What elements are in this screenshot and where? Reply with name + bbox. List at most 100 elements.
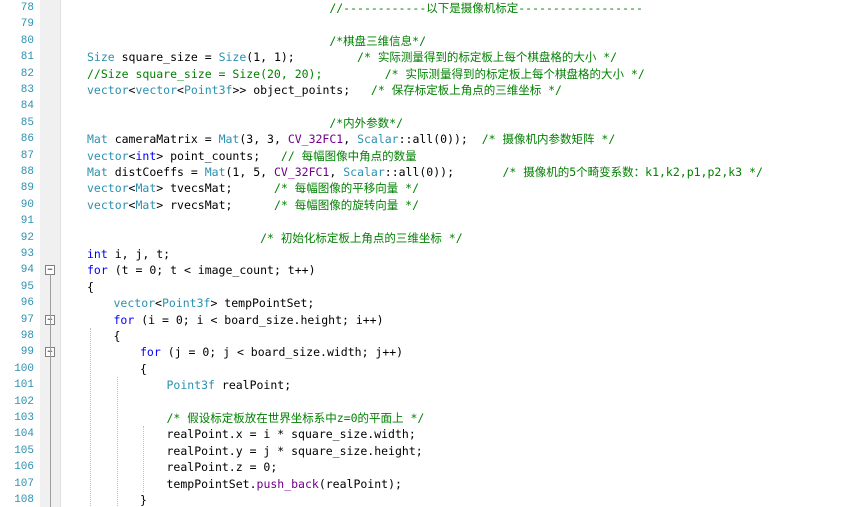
code-line[interactable]: 88 Mat distCoeffs = Mat(1, 5, CV_32FC1, S… [0, 164, 865, 180]
line-number: 96 [20, 297, 34, 310]
line-number: 107 [14, 477, 34, 490]
code-text: vector<Mat> tvecsMat; /* 每幅图像的平移向量 */ [87, 180, 419, 196]
code-token: , [329, 165, 344, 179]
line-number: 95 [20, 280, 34, 293]
code-token: } [140, 493, 147, 507]
code-line[interactable]: 85 /*内外参数*/ [0, 115, 865, 131]
line-number: 81 [20, 51, 34, 64]
code-token: vector [135, 83, 178, 97]
code-line[interactable]: 78 //------------以下是摄像机标定---------------… [0, 0, 865, 16]
line-number: 108 [14, 494, 34, 506]
code-token: (3, 3, [239, 132, 288, 147]
code-line[interactable]: 96 vector<Point3f> tempPointSet; [0, 295, 865, 311]
line-number: 83 [20, 84, 34, 96]
code-line[interactable]: 97− for (i = 0; i < board_size.height; i+… [0, 312, 865, 328]
code-token: realPoint.x = i * square_size.width; [166, 427, 416, 442]
code-token: < [155, 296, 162, 311]
code-token: > rvecsMat; [156, 197, 274, 212]
code-token: tempPointSet. [166, 476, 257, 491]
code-line[interactable]: 100 { [0, 361, 865, 377]
code-token: Size [218, 50, 247, 65]
code-token: CV_32FC1 [287, 132, 344, 147]
code-token: Size [87, 50, 115, 65]
code-line[interactable]: 79 [0, 16, 865, 32]
code-line[interactable]: 90 vector<Mat> rvecsMat; /* 每幅图像的旋转向量 */ [0, 197, 865, 213]
code-token: (1, 5, [225, 165, 274, 179]
code-token: Mat [135, 181, 157, 196]
code-line[interactable]: 92 /* 初始化标定板上角点的三维坐标 */ [0, 230, 865, 246]
code-line[interactable]: 91 [0, 213, 865, 229]
code-token: (realPoint); [318, 476, 402, 491]
code-line[interactable]: 83 vector<vector<Point3f>> object_points;… [0, 82, 865, 98]
code-token: /* 每幅图像的平移向量 */ [273, 181, 420, 196]
code-editor[interactable]: 78 //------------以下是摄像机标定---------------… [0, 0, 865, 507]
code-line[interactable]: 86 Mat cameraMatrix = Mat(3, 3, CV_32FC1,… [0, 131, 865, 147]
indent-guide [90, 328, 91, 507]
code-line[interactable]: 81 Size square_size = Size(1, 1); /* 实际测量… [0, 49, 865, 65]
code-token: > tvecsMat; [156, 181, 274, 196]
line-number: 101 [14, 379, 34, 392]
code-line[interactable]: 102 [0, 394, 865, 410]
line-number: 90 [20, 198, 34, 211]
line-number: 94 [20, 264, 34, 277]
code-token: realPoint.z = 0; [166, 460, 278, 475]
code-text: //------------以下是摄像机标定------------------ [87, 0, 643, 16]
code-line[interactable]: 106 realPoint.z = 0; [0, 459, 865, 475]
code-text: realPoint.y = j * square_size.height; [167, 443, 423, 459]
code-line[interactable]: 104 realPoint.x = i * square_size.width; [0, 426, 865, 442]
code-token: { [87, 279, 94, 294]
code-line[interactable]: 95 { [0, 279, 865, 295]
code-token: /*内外参数*/ [87, 115, 404, 130]
code-line[interactable]: 87 vector<int> point_counts; // 每幅图像中角点的数… [0, 148, 865, 164]
code-token: >> object_points; [232, 83, 371, 97]
code-line[interactable]: 82 //Size square_size = Size(20, 20); /* … [0, 66, 865, 82]
code-line[interactable]: 99− for (j = 0; j < board_size.width; j++… [0, 344, 865, 360]
outline-connector [50, 274, 51, 507]
code-text: vector<Mat> rvecsMat; /* 每幅图像的旋转向量 */ [87, 197, 419, 213]
code-line[interactable]: 80 /*棋盘三维信息*/ [0, 33, 865, 49]
code-text: realPoint.x = i * square_size.width; [167, 426, 416, 442]
code-token: vector [87, 197, 129, 212]
code-token: /* 摄像机内参数矩阵 */ [481, 132, 616, 147]
line-number: 92 [20, 231, 34, 244]
code-token: ::all(0)); [398, 132, 482, 147]
code-token: cameraMatrix = [107, 132, 219, 147]
line-number: 97 [20, 313, 34, 326]
indent-guide [116, 377, 118, 507]
line-number: 79 [20, 18, 34, 31]
code-token: vector [87, 83, 129, 97]
code-line[interactable]: 89 vector<Mat> tvecsMat; /* 每幅图像的平移向量 */ [0, 180, 865, 196]
code-token: > tempPointSet; [210, 296, 315, 311]
code-token: /* 假设标定板放在世界坐标系中z=0的平面上 */ [166, 411, 425, 425]
code-token: i, j, t; [107, 247, 171, 261]
code-text: tempPointSet.push_back(realPoint); [167, 476, 402, 492]
line-number: 106 [14, 461, 34, 474]
code-line[interactable]: 94− for (t = 0; t < image_count; t++) [0, 262, 865, 278]
code-text: //Size square_size = Size(20, 20); /* 实际… [87, 66, 645, 82]
code-line[interactable]: 103 /* 假设标定板放在世界坐标系中z=0的平面上 */ [0, 410, 865, 426]
code-text: /* 假设标定板放在世界坐标系中z=0的平面上 */ [167, 410, 425, 426]
line-number: 93 [20, 248, 34, 260]
code-line[interactable]: 105 realPoint.y = j * square_size.height; [0, 443, 865, 459]
code-token: vector [113, 296, 156, 311]
code-text: { [114, 328, 121, 344]
line-number: 104 [14, 428, 34, 441]
code-line[interactable]: 101 Point3f realPoint; [0, 377, 865, 393]
code-token: < [177, 83, 184, 97]
code-line[interactable]: 98 { [0, 328, 865, 344]
line-number: 86 [20, 133, 34, 146]
code-token: ::all(0)); [384, 165, 503, 179]
code-line[interactable]: 93 int i, j, t; [0, 246, 865, 262]
indent-guide [143, 426, 144, 492]
code-token: Scalar [357, 132, 399, 147]
code-token: /*棋盘三维信息*/ [87, 33, 427, 48]
code-line[interactable]: 84 [0, 98, 865, 114]
code-token: (1, 1); [246, 50, 358, 65]
code-token: /* 每幅图像的旋转向量 */ [273, 197, 420, 212]
code-line[interactable]: 108} [0, 492, 865, 507]
code-line[interactable]: 107 tempPointSet.push_back(realPoint); [0, 476, 865, 492]
code-token: (j = 0; j < board_size.width; j++) [160, 345, 404, 360]
code-token: { [140, 361, 147, 376]
code-token: (t = 0; t < image_count; t++) [107, 263, 316, 278]
line-number: 84 [20, 100, 34, 113]
